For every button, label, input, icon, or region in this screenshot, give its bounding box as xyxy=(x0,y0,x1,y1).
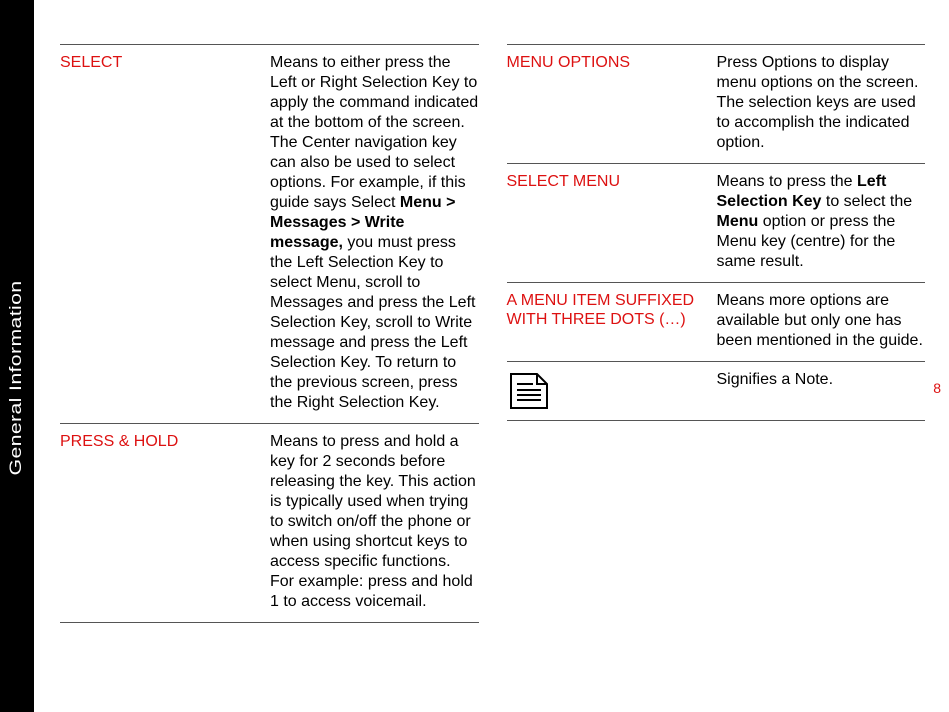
term-description: Means to either press the Left or Right … xyxy=(270,45,479,423)
side-tab: General Information xyxy=(0,0,34,712)
term-description: Press Options to display menu options on… xyxy=(717,45,926,163)
left-column: SELECTMeans to either press the Left or … xyxy=(60,44,479,623)
definition-row: A MENU ITEM SUFFIXED WITH THREE DOTS (…)… xyxy=(507,283,926,362)
content-area: SELECTMeans to either press the Left or … xyxy=(60,44,925,623)
term-description: Means more options are available but onl… xyxy=(717,283,926,361)
term-label: A MENU ITEM SUFFIXED WITH THREE DOTS (…) xyxy=(507,283,717,361)
note-icon xyxy=(507,362,717,420)
term-description: Means to press the Left Selection Key to… xyxy=(717,164,926,282)
definition-row: PRESS & HOLDMeans to press and hold a ke… xyxy=(60,424,479,623)
definition-row: SELECT MENUMeans to press the Left Selec… xyxy=(507,164,926,283)
right-column: MENU OPTIONSPress Options to display men… xyxy=(507,44,926,623)
definition-row: Signifies a Note. xyxy=(507,362,926,421)
term-description: Signifies a Note. xyxy=(717,362,926,420)
term-label: PRESS & HOLD xyxy=(60,424,270,622)
term-label: SELECT xyxy=(60,45,270,423)
side-tab-label: General Information xyxy=(6,281,26,476)
term-description: Means to press and hold a key for 2 seco… xyxy=(270,424,479,622)
definition-row: SELECTMeans to either press the Left or … xyxy=(60,45,479,424)
page-number: 8 xyxy=(933,380,941,396)
definition-row: MENU OPTIONSPress Options to display men… xyxy=(507,45,926,164)
term-label: SELECT MENU xyxy=(507,164,717,282)
term-label: MENU OPTIONS xyxy=(507,45,717,163)
